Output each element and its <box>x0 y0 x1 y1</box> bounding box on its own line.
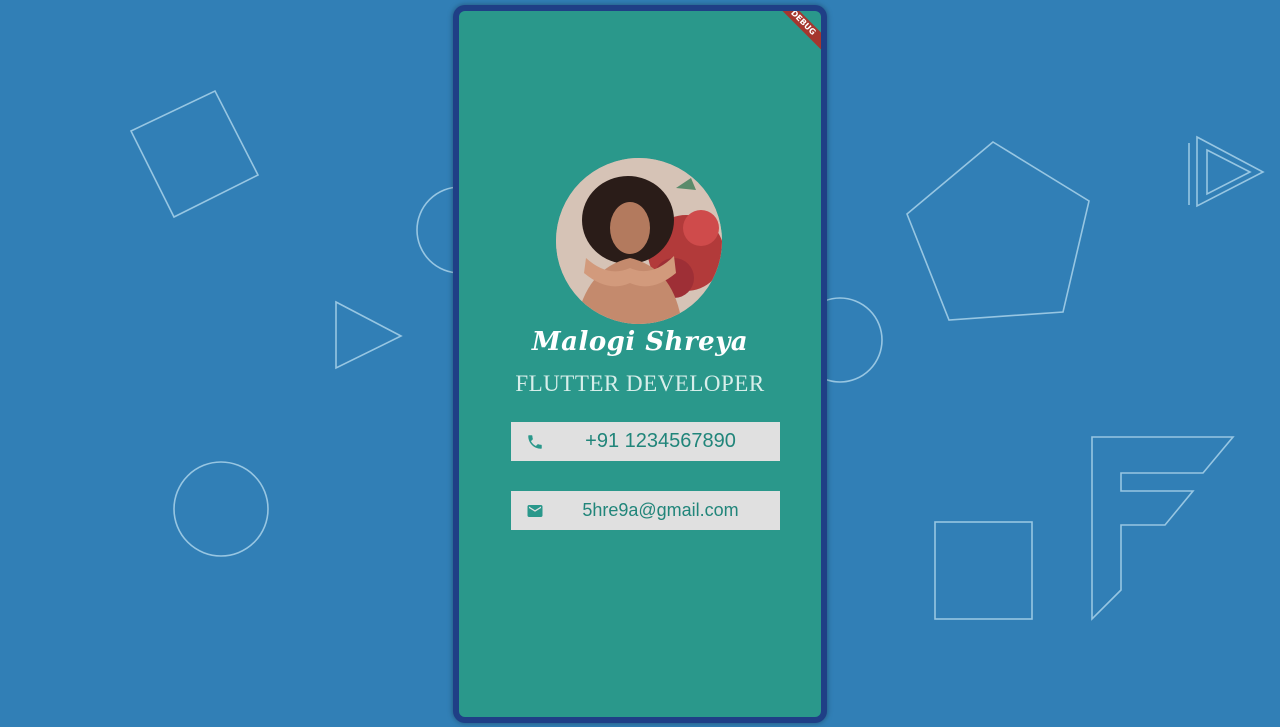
profile-photo <box>556 158 722 324</box>
phone-icon <box>511 433 559 451</box>
square-outline-shape-bottom <box>934 521 1033 620</box>
phone-number-text: +91 1234567890 <box>585 430 736 452</box>
avatar[interactable] <box>556 158 722 324</box>
flutter-logo-outline-shape <box>1091 436 1235 621</box>
email-contact-card[interactable]: 5hre9a@gmail.com <box>511 491 780 530</box>
app-screen: DEBUG Malogi Shreya FLUTTER DEVELOPER +9… <box>459 11 821 717</box>
phone-frame: DEBUG Malogi Shreya FLUTTER DEVELOPER +9… <box>453 5 827 723</box>
mail-icon <box>511 502 559 520</box>
profile-title: FLUTTER DEVELOPER <box>515 371 765 396</box>
profile-name: Malogi Shreya <box>531 327 749 357</box>
triangle-outline-shape <box>335 300 403 370</box>
square-outline-shape <box>129 89 260 219</box>
circle-outline-shape <box>173 461 269 557</box>
play-triangle-outline-shape-inner <box>1206 148 1252 196</box>
debug-banner: DEBUG <box>769 11 821 57</box>
email-address-text: 5hre9a@gmail.com <box>582 500 739 520</box>
phone-contact-card[interactable]: +91 1234567890 <box>511 422 780 461</box>
pentagon-outline-shape <box>906 141 1090 321</box>
